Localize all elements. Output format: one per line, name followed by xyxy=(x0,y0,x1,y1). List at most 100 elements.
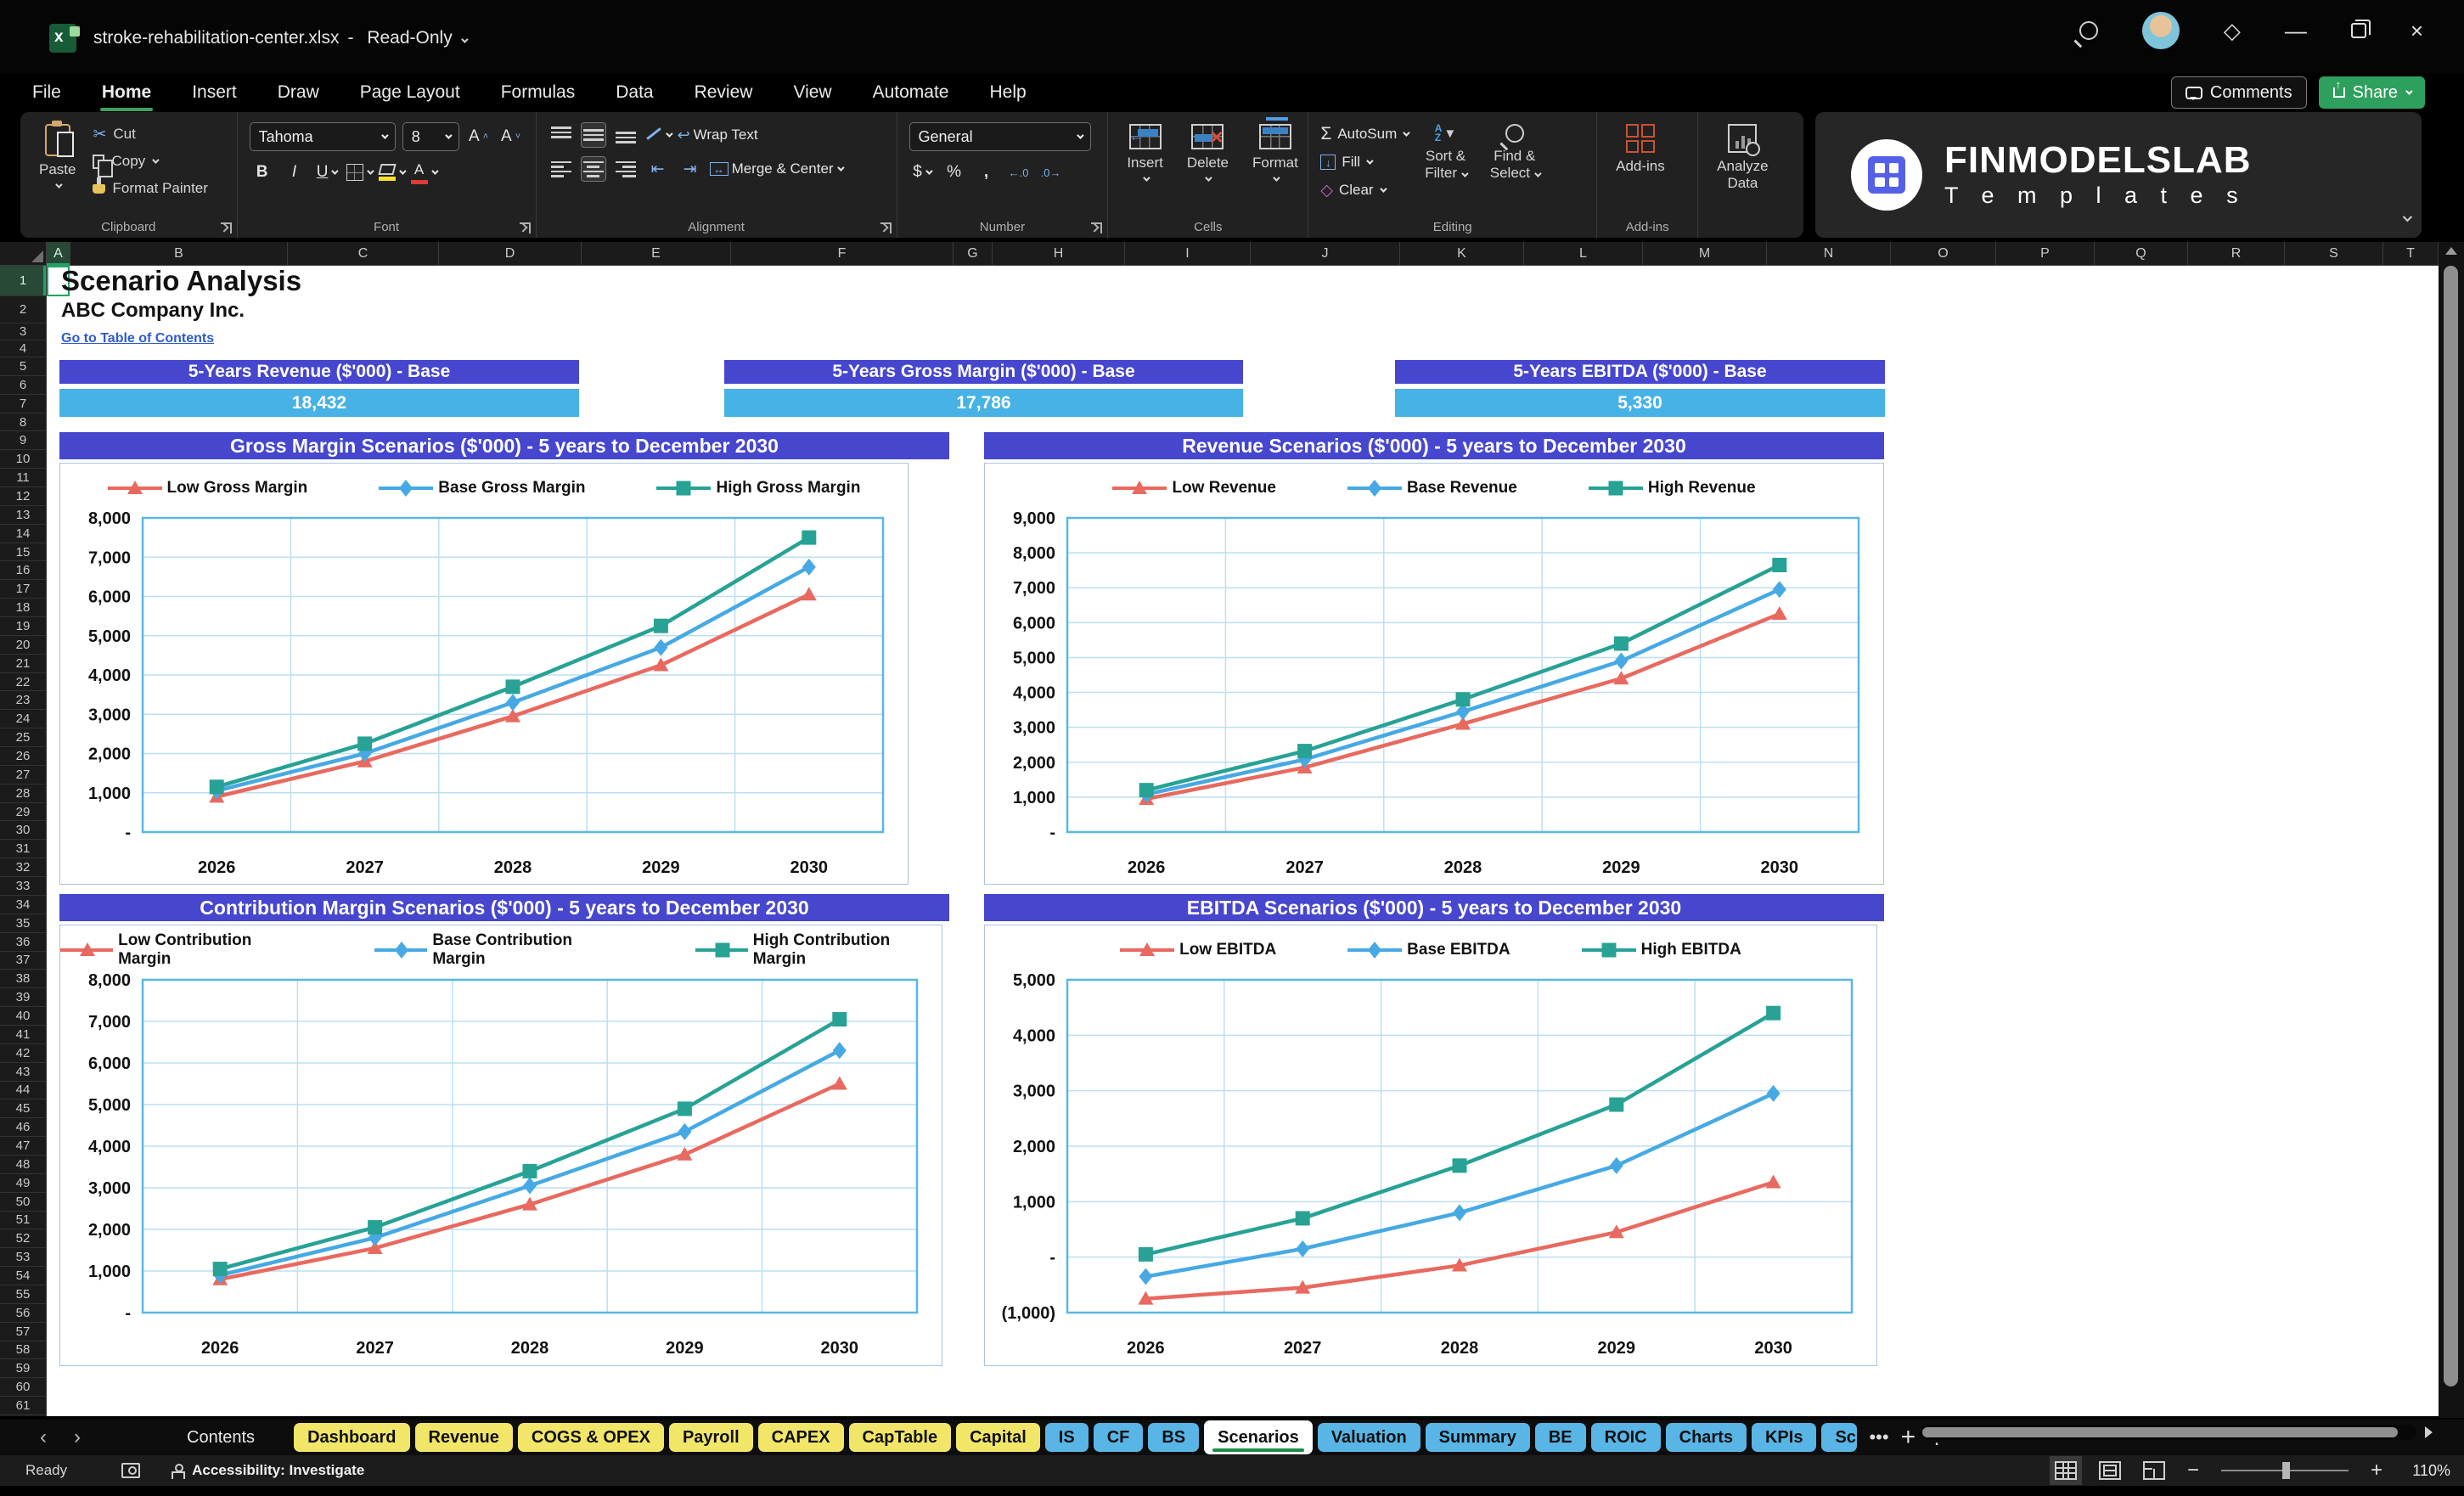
row-header-42[interactable]: 42 xyxy=(0,1044,46,1063)
sheet-tab-valuation[interactable]: Valuation xyxy=(1317,1423,1420,1452)
autosum-button[interactable]: Σ AutoSum xyxy=(1320,122,1410,146)
column-header-H[interactable]: H xyxy=(993,242,1125,266)
analyze-data-button[interactable]: Analyze Data xyxy=(1710,122,1775,216)
comments-button[interactable]: Comments xyxy=(2170,76,2307,109)
row-header-61[interactable]: 61 xyxy=(0,1397,46,1415)
find-select-button[interactable]: Find & Select xyxy=(1483,122,1546,216)
normal-view-button[interactable] xyxy=(2049,1456,2082,1485)
delete-cells-button[interactable]: Delete xyxy=(1180,122,1235,216)
avatar[interactable] xyxy=(2141,12,2180,49)
zoom-slider-thumb[interactable] xyxy=(2281,1462,2290,1479)
ribbon-tab-data[interactable]: Data xyxy=(614,79,655,106)
row-header-60[interactable]: 60 xyxy=(0,1378,46,1398)
row-header-3[interactable]: 3 xyxy=(0,323,46,340)
row-header-22[interactable]: 22 xyxy=(0,673,46,692)
wrap-text-button[interactable]: ↩ Wrap Text xyxy=(678,122,758,148)
diamond-icon[interactable]: ◇ xyxy=(2224,18,2241,44)
sheet-nav-prev-button[interactable]: ‹ xyxy=(29,1426,58,1449)
accessibility-status[interactable]: Accessibility: Investigate xyxy=(171,1462,364,1479)
sheet-nav-next-button[interactable]: › xyxy=(63,1426,92,1449)
sheet-tab-cogs-opex[interactable]: COGS & OPEX xyxy=(517,1423,664,1452)
row-header-19[interactable]: 19 xyxy=(0,617,46,636)
align-center-button[interactable] xyxy=(580,156,606,182)
ribbon-tab-view[interactable]: View xyxy=(791,79,833,106)
font-name-select[interactable]: Tahoma xyxy=(249,122,396,151)
sheet-tab-payroll[interactable]: Payroll xyxy=(668,1423,753,1452)
number-format-select[interactable]: General xyxy=(909,122,1091,151)
column-header-M[interactable]: M xyxy=(1643,242,1767,266)
row-header-53[interactable]: 53 xyxy=(0,1248,46,1268)
row-header-58[interactable]: 58 xyxy=(0,1341,46,1360)
close-button[interactable]: × xyxy=(2411,20,2423,42)
row-header-5[interactable]: 5 xyxy=(0,357,46,376)
row-header-55[interactable]: 55 xyxy=(0,1285,46,1304)
row-header-48[interactable]: 48 xyxy=(0,1156,46,1174)
chart[interactable]: Low Gross Margin Base Gross Margin High Gr… xyxy=(59,463,909,885)
ribbon-tab-automate[interactable]: Automate xyxy=(871,79,951,106)
decrease-decimal-button[interactable]: .0→ xyxy=(1038,160,1064,185)
row-header-18[interactable]: 18 xyxy=(0,599,46,618)
row-header-9[interactable]: 9 xyxy=(0,431,46,451)
sheet-tab-revenue[interactable]: Revenue xyxy=(414,1423,513,1452)
column-header-Q[interactable]: Q xyxy=(2095,242,2188,266)
page-break-view-button[interactable] xyxy=(2142,1461,2165,1480)
minimize-button[interactable]: — xyxy=(2285,20,2307,42)
chart[interactable]: Low Revenue Base Revenue High Revenue 9,00… xyxy=(984,463,1884,885)
paste-button[interactable]: Paste xyxy=(32,121,82,216)
restore-button[interactable] xyxy=(2350,20,2371,38)
scroll-up-icon[interactable] xyxy=(2445,247,2457,255)
row-header-56[interactable]: 56 xyxy=(0,1304,46,1323)
align-middle-button[interactable] xyxy=(580,122,606,148)
row-header-57[interactable]: 57 xyxy=(0,1323,46,1341)
copy-button[interactable]: Copy xyxy=(93,149,207,177)
ribbon-tab-home[interactable]: Home xyxy=(99,79,154,111)
column-header-B[interactable]: B xyxy=(70,242,288,266)
row-header-27[interactable]: 27 xyxy=(0,766,46,785)
sheet-tab-sc[interactable]: Sc xyxy=(1821,1423,1858,1452)
row-header-52[interactable]: 52 xyxy=(0,1229,46,1249)
sheet-tab-charts[interactable]: Charts xyxy=(1665,1423,1747,1452)
column-header-L[interactable]: L xyxy=(1524,242,1643,266)
sheet-tab-kpis[interactable]: KPIs xyxy=(1751,1423,1817,1452)
font-size-select[interactable]: 8 xyxy=(402,122,459,151)
column-header-D[interactable]: D xyxy=(439,242,582,266)
clear-button[interactable]: ◇ Clear xyxy=(1320,178,1408,202)
align-top-button[interactable] xyxy=(548,122,574,148)
row-header-34[interactable]: 34 xyxy=(0,896,46,914)
row-header-2[interactable]: 2 xyxy=(0,296,46,323)
row-header-15[interactable]: 15 xyxy=(0,543,46,562)
ribbon-tab-help[interactable]: Help xyxy=(987,79,1027,106)
sheet-tab-scenarios[interactable]: Scenarios xyxy=(1204,1420,1313,1454)
increase-indent-button[interactable]: ⇥ xyxy=(678,156,703,182)
ribbon-tab-formulas[interactable]: Formulas xyxy=(499,79,577,106)
column-header-P[interactable]: P xyxy=(1996,242,2095,266)
sheet-tab-be[interactable]: BE xyxy=(1534,1423,1586,1452)
ribbon-tab-draw[interactable]: Draw xyxy=(276,79,321,106)
row-header-29[interactable]: 29 xyxy=(0,803,46,822)
font-color-button[interactable]: A xyxy=(410,160,439,185)
row-header-11[interactable]: 11 xyxy=(0,469,46,488)
row-header-20[interactable]: 20 xyxy=(0,636,46,655)
row-header-33[interactable]: 33 xyxy=(0,877,46,896)
percent-format-button[interactable]: % xyxy=(942,160,967,185)
column-header-I[interactable]: I xyxy=(1125,242,1251,266)
sheet-tab-contents[interactable]: Contents xyxy=(173,1423,289,1452)
row-header-47[interactable]: 47 xyxy=(0,1137,46,1156)
sheet-tab-summary[interactable]: Summary xyxy=(1425,1423,1530,1452)
column-header-R[interactable]: R xyxy=(2188,242,2285,266)
addins-button[interactable]: Add-ins xyxy=(1609,122,1672,216)
zoom-level[interactable]: 110% xyxy=(2405,1462,2450,1480)
row-header-21[interactable]: 21 xyxy=(0,655,46,673)
table-of-contents-link[interactable]: Go to Table of Contents xyxy=(61,331,214,346)
column-header-F[interactable]: F xyxy=(731,242,954,266)
row-header-49[interactable]: 49 xyxy=(0,1174,46,1193)
clipboard-dialog-launcher[interactable] xyxy=(220,222,232,233)
sheet-tab-dashboard[interactable]: Dashboard xyxy=(294,1423,410,1452)
alignment-dialog-launcher[interactable] xyxy=(880,222,892,233)
align-left-button[interactable] xyxy=(548,156,574,182)
row-header-4[interactable]: 4 xyxy=(0,340,46,357)
column-header-E[interactable]: E xyxy=(582,242,731,266)
format-cells-button[interactable]: Format xyxy=(1246,117,1305,216)
row-header-23[interactable]: 23 xyxy=(0,691,46,711)
row-header-36[interactable]: 36 xyxy=(0,933,46,952)
